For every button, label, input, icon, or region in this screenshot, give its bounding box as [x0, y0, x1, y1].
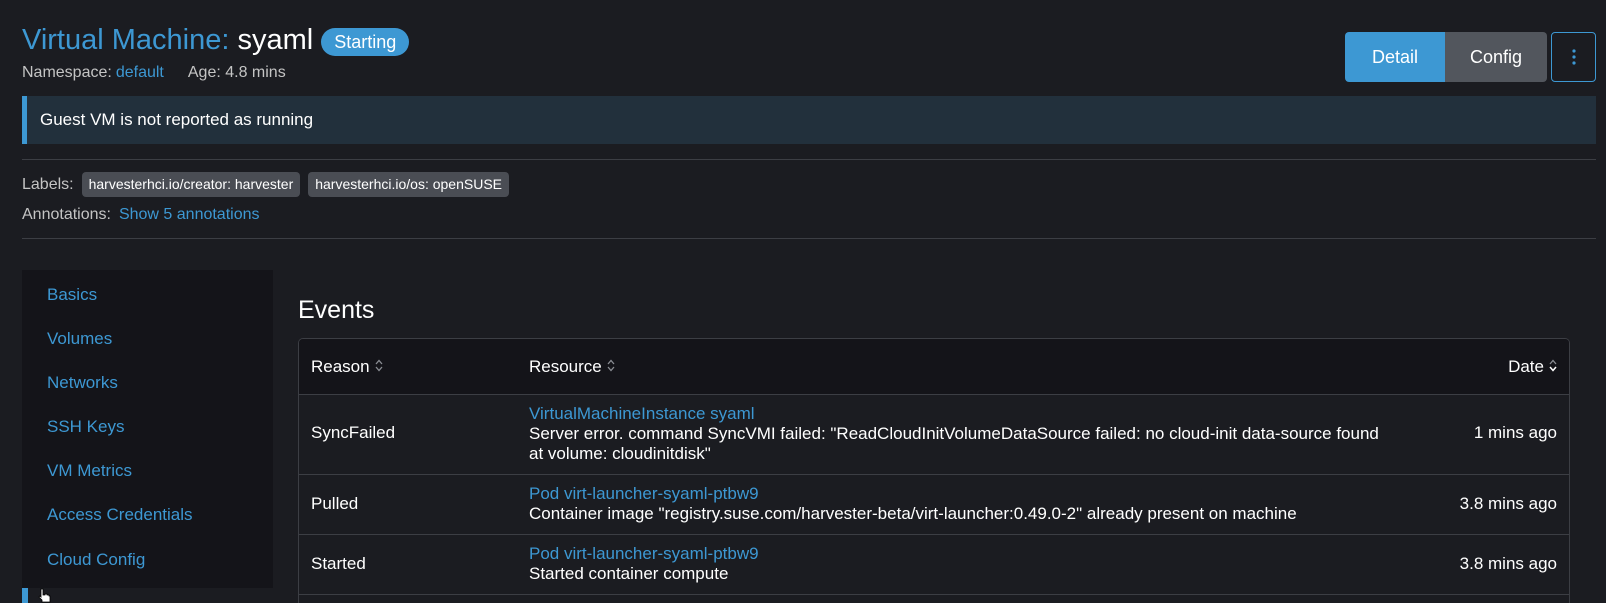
column-reason[interactable]: Reason [311, 357, 383, 377]
sort-icon [370, 357, 383, 377]
side-tabs: Basics Volumes Networks SSH Keys VM Metr… [22, 270, 273, 588]
sort-desc-icon [1544, 357, 1557, 377]
column-resource-label: Resource [529, 357, 602, 376]
column-reason-label: Reason [311, 357, 370, 376]
page-title: Virtual Machine: syaml [22, 22, 313, 58]
label-tag: harvesterhci.io/creator: harvester [81, 172, 301, 197]
event-message: Server error. command SyncVMI failed: "R… [529, 424, 1379, 443]
more-actions-button[interactable] [1551, 32, 1596, 82]
event-message: Started container compute [529, 564, 729, 583]
event-resource: Pod virt-launcher-syaml-ptbw9 Container … [529, 484, 1409, 524]
event-message: at volume: cloudinitdisk" [529, 444, 711, 463]
column-date-label: Date [1508, 357, 1544, 376]
detail-button[interactable]: Detail [1345, 32, 1445, 82]
meta-row: Namespace: default Age: 4.8 mins [22, 64, 286, 82]
tab-volumes[interactable]: Volumes [47, 329, 112, 349]
config-button[interactable]: Config [1445, 32, 1547, 82]
column-date[interactable]: Date [1508, 357, 1557, 377]
banner-message: Guest VM is not reported as running [40, 110, 314, 129]
label-tag: harvesterhci.io/os: openSUSE [308, 172, 509, 197]
resource-kind-link[interactable]: Virtual Machine: [22, 24, 229, 56]
status-badge: Starting [321, 28, 410, 56]
vertical-dots-icon [1571, 49, 1576, 65]
event-reason: SyncFailed [311, 423, 396, 442]
info-banner: Guest VM is not reported as running [22, 96, 1596, 144]
sort-icon [602, 357, 615, 377]
labels-label: Labels: [22, 175, 74, 193]
tab-cloud-config[interactable]: Cloud Config [47, 550, 145, 570]
event-date: 3.8 mins ago [1459, 494, 1557, 513]
namespace-link[interactable]: default [116, 64, 164, 82]
column-resource[interactable]: Resource [529, 357, 615, 377]
table-row: SyncFailed VirtualMachineInstance syaml … [299, 395, 1569, 475]
resource-link[interactable]: VirtualMachineInstance syaml [529, 404, 1409, 424]
tab-ssh-keys[interactable]: SSH Keys [47, 417, 124, 437]
event-resource: Pod virt-launcher-syaml-ptbw9 Started co… [529, 544, 1409, 584]
event-message: Container image "registry.suse.com/harve… [529, 504, 1297, 523]
vm-name: syaml [237, 24, 314, 56]
resource-link[interactable]: Pod virt-launcher-syaml-ptbw9 [529, 484, 1409, 504]
annotations-label: Annotations: [22, 206, 111, 223]
active-tab-indicator [22, 588, 28, 603]
resource-link[interactable]: Pod virt-launcher-syaml-ptbw9 [529, 544, 1409, 564]
header-actions: Detail Config [1345, 32, 1596, 82]
event-date: 1 mins ago [1473, 423, 1557, 442]
age-text: Age: 4.8 mins [187, 64, 286, 81]
events-table: Reason Resource Date SyncFailed VirtualM… [298, 338, 1570, 603]
table-row: Started Pod virt-launcher-syaml-ptbw9 St… [299, 535, 1569, 595]
tab-basics[interactable]: Basics [47, 285, 97, 305]
page-header: Virtual Machine: syaml Starting [22, 22, 410, 58]
event-reason: Started [311, 554, 366, 573]
event-resource: VirtualMachineInstance syaml Server erro… [529, 404, 1409, 464]
divider [22, 159, 1596, 160]
annotations-row: Annotations: Show 5 annotations [22, 206, 260, 224]
namespace-label: Namespace: [22, 64, 112, 81]
show-annotations-link[interactable]: Show 5 annotations [119, 206, 260, 224]
tab-networks[interactable]: Networks [47, 373, 118, 393]
table-row: Pulled Pod virt-launcher-syaml-ptbw9 Con… [299, 475, 1569, 535]
labels-row: Labels: harvesterhci.io/creator: harvest… [22, 172, 509, 197]
events-title: Events [298, 296, 375, 324]
event-date: 3.8 mins ago [1459, 554, 1557, 573]
tab-access-credentials[interactable]: Access Credentials [47, 505, 193, 525]
event-reason: Pulled [311, 494, 359, 513]
table-header: Reason Resource Date [299, 339, 1569, 395]
divider [22, 238, 1596, 239]
tab-vm-metrics[interactable]: VM Metrics [47, 461, 132, 481]
hand-cursor-icon [36, 588, 52, 603]
